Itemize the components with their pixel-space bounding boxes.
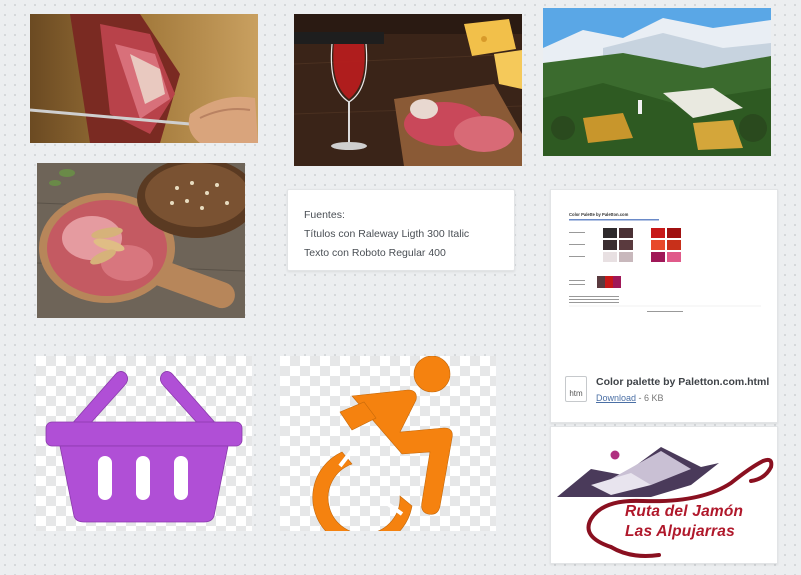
file-name: Color palette by Paletton.com.html	[596, 376, 770, 388]
wine-cheese-ham-photo[interactable]	[294, 14, 522, 166]
download-link[interactable]: Download	[596, 393, 636, 403]
shopping-basket-icon	[45, 371, 243, 523]
logo-line-1: Ruta del Jamón	[625, 503, 744, 520]
ham-board-bread-photo[interactable]	[37, 163, 245, 318]
preview-title: Color Palette by Paletton.com	[569, 212, 629, 217]
file-attachment-card[interactable]: Color Palette by Paletton.com htm Color …	[550, 189, 778, 423]
ruta-del-jamon-logo-card[interactable]: Ruta del Jamón Las Alpujarras	[550, 426, 778, 564]
alpujarras-village-photo[interactable]	[543, 8, 771, 156]
wheelchair-icon	[312, 356, 453, 531]
ham-slicing-photo[interactable]	[30, 14, 258, 143]
html-file-icon: htm	[565, 376, 587, 402]
logo-line-2: Las Alpujarras	[625, 523, 735, 540]
note-line-titles-font: Títulos con Raleway Ligth 300 Italic	[304, 228, 470, 240]
file-info: htm Color palette by Paletton.com.html D…	[565, 376, 769, 403]
accessibility-image[interactable]	[280, 356, 496, 531]
mountain-logo-icon	[557, 447, 774, 558]
file-meta: Download - 6 KB	[596, 393, 769, 403]
palette-preview-thumbnail: Color Palette by Paletton.com	[567, 208, 763, 338]
note-line-heading: Fuentes:	[304, 209, 345, 221]
note-text: Fuentes: Títulos con Raleway Ligth 300 I…	[304, 206, 469, 263]
file-size: - 6 KB	[636, 393, 664, 403]
file-type-label: htm	[569, 389, 583, 398]
shopping-basket-image[interactable]	[36, 356, 252, 531]
text-note-card[interactable]: Fuentes: Títulos con Raleway Ligth 300 I…	[287, 189, 515, 271]
note-line-body-font: Texto con Roboto Regular 400	[304, 247, 446, 259]
